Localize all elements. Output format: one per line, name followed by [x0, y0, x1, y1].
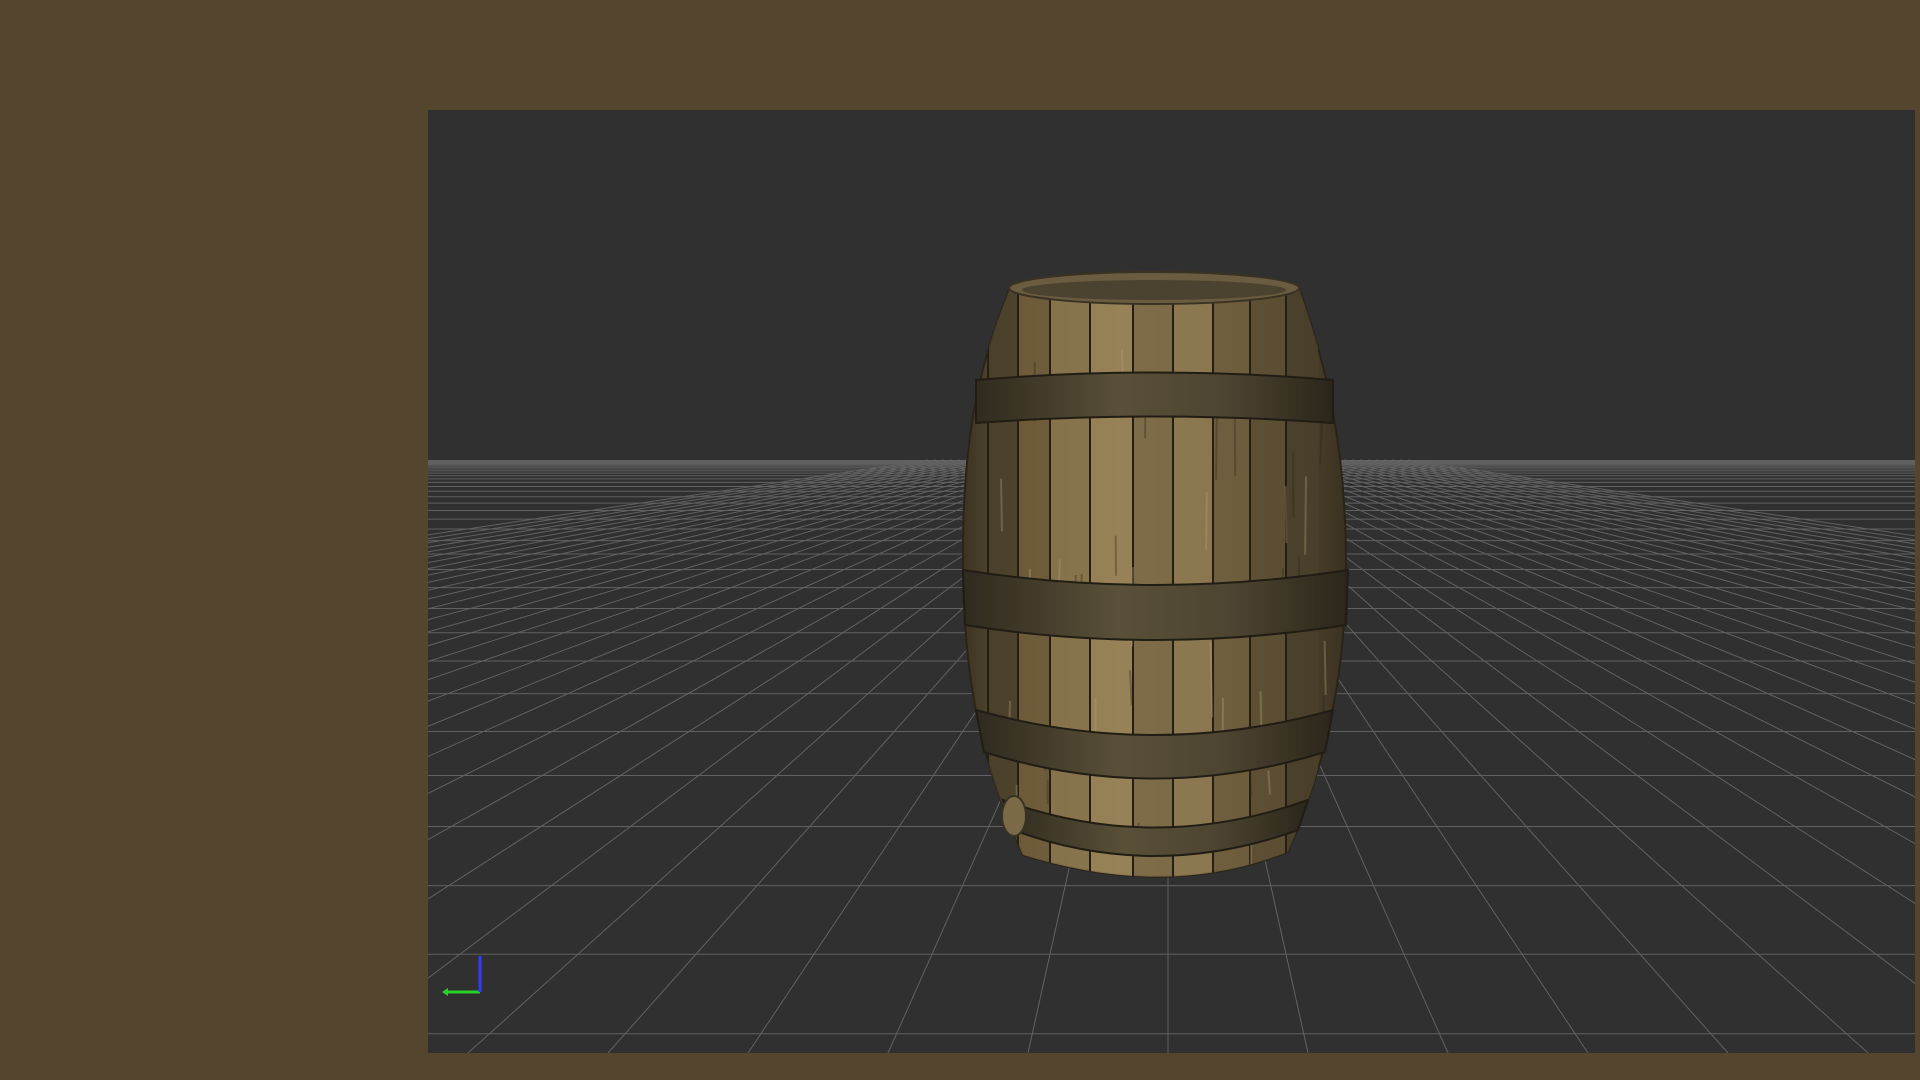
grid-line — [428, 460, 1032, 1053]
grid-line — [1304, 460, 1915, 1053]
x-axis-arrow — [442, 988, 448, 996]
barrel-top-lid — [1022, 280, 1286, 300]
grid-line — [1360, 460, 1915, 1053]
barrel-stave — [1133, 270, 1173, 890]
grid-line — [1288, 460, 1915, 1053]
barrel-bung — [1002, 796, 1026, 836]
grid-line — [428, 460, 1000, 1053]
grid-line — [428, 460, 944, 1053]
barrel-stave — [1213, 270, 1250, 890]
grid-line — [428, 460, 952, 1053]
grid-line — [1320, 460, 1915, 1053]
grid-line — [1336, 460, 1915, 1053]
grid-line — [428, 460, 992, 1053]
3d-viewport[interactable] — [428, 110, 1915, 1053]
grid-line — [428, 460, 1056, 1053]
grid-line — [1272, 460, 1915, 1053]
barrel-wood-grain — [1216, 413, 1217, 480]
barrel-stave — [1090, 270, 1133, 890]
grid-line — [428, 460, 1008, 1053]
barrel-stave — [1173, 270, 1213, 890]
axis-gizmo-icon — [442, 956, 480, 996]
grid-line — [428, 460, 976, 1053]
grid-line — [1352, 460, 1915, 1053]
barrel-wood-grain — [1001, 479, 1002, 532]
barrel-wood-grain — [1305, 476, 1306, 554]
grid-line — [428, 460, 968, 1053]
grid-line — [428, 460, 1048, 1053]
grid-line — [1408, 460, 1915, 1053]
barrel-wood-grain — [1018, 839, 1019, 917]
barrel-stave — [1050, 270, 1090, 890]
barrel-wood-grain — [1286, 486, 1287, 543]
barrel-model[interactable] — [963, 270, 1348, 917]
grid-line — [1264, 460, 1915, 1053]
grid-line — [1296, 460, 1915, 1053]
grid-line — [1328, 460, 1915, 1053]
grid-line — [1248, 460, 1915, 1053]
grid-line — [428, 460, 1040, 1053]
barrel-wood-grain — [1206, 492, 1207, 550]
viewport-canvas[interactable] — [428, 110, 1915, 1053]
barrel-wood-grain — [1325, 641, 1326, 695]
grid-line — [1344, 460, 1915, 1053]
grid-line — [428, 460, 1024, 1053]
barrel-hoop-1 — [976, 373, 1333, 424]
grid-line — [428, 460, 984, 1053]
grid-line — [1280, 460, 1915, 1053]
grid-line — [428, 460, 936, 1053]
